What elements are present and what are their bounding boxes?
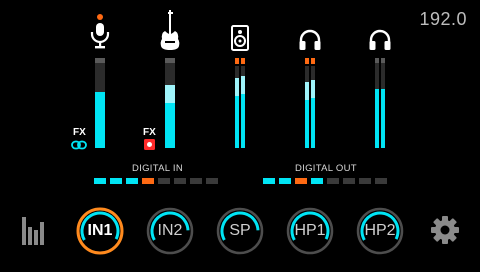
level-led: [327, 178, 339, 184]
guitar-icon[interactable]: [159, 9, 181, 51]
record-button-icon[interactable]: [144, 139, 155, 150]
digital-out-label: DIGITAL OUT: [295, 163, 357, 174]
meter-sp-left: [235, 66, 239, 148]
meter-in1: [95, 58, 105, 148]
meter-hp1-right: [311, 66, 315, 148]
level-led: [110, 178, 122, 184]
headphones-icon[interactable]: [368, 29, 392, 51]
headphones-icon[interactable]: [298, 29, 322, 51]
digital-in-leds: [94, 178, 218, 184]
fx-label-in1: FX: [73, 127, 86, 138]
speaker-icon[interactable]: [231, 25, 249, 51]
meter-fill: [165, 85, 175, 148]
level-led: [142, 178, 154, 184]
digital-in-label: DIGITAL IN: [132, 163, 184, 174]
level-bars-icon[interactable]: [22, 217, 46, 245]
meter-fill: [381, 88, 385, 148]
knob-label: HP1: [294, 222, 326, 239]
knob-label: IN2: [157, 222, 183, 239]
record-indicator: [97, 14, 103, 20]
level-led: [174, 178, 186, 184]
meter-hp1-left: [305, 66, 309, 148]
level-led: [158, 178, 170, 184]
level-led: [94, 178, 106, 184]
level-led: [359, 178, 371, 184]
knob-hp2[interactable]: HP2: [355, 206, 405, 256]
link-icon[interactable]: [71, 140, 87, 150]
clip-indicator: [235, 58, 239, 64]
clip-indicator: [305, 58, 309, 64]
clip-indicator: [311, 58, 315, 64]
sample-rate: 192.0: [419, 9, 467, 29]
level-led: [295, 178, 307, 184]
meter-fill: [305, 82, 309, 148]
knob-sp[interactable]: SP: [215, 206, 265, 256]
knob-in1[interactable]: IN1: [75, 206, 125, 256]
meter-fill: [95, 92, 105, 148]
knob-hp1[interactable]: HP1: [285, 206, 335, 256]
meter-fill: [241, 75, 245, 148]
level-led: [375, 178, 387, 184]
knob-label: SP: [229, 222, 251, 239]
level-led: [311, 178, 323, 184]
gear-icon[interactable]: [430, 215, 460, 245]
meter-in2: [165, 58, 175, 148]
meter-hp2-right: [381, 58, 385, 148]
meter-sp-right: [241, 66, 245, 148]
microphone-icon[interactable]: [89, 22, 111, 50]
level-led: [279, 178, 291, 184]
knob-label: IN1: [87, 222, 113, 239]
level-led: [263, 178, 275, 184]
fx-label-in2: FX: [143, 127, 156, 138]
clip-indicator: [241, 58, 245, 64]
meter-hp2-left: [375, 58, 379, 148]
meter-fill: [311, 79, 315, 148]
level-led: [190, 178, 202, 184]
knob-label: HP2: [364, 222, 396, 239]
level-led: [206, 178, 218, 184]
level-led: [126, 178, 138, 184]
level-led: [343, 178, 355, 184]
meter-fill: [235, 78, 239, 148]
digital-out-leds: [263, 178, 387, 184]
knob-in2[interactable]: IN2: [145, 206, 195, 256]
meter-fill: [375, 88, 379, 148]
